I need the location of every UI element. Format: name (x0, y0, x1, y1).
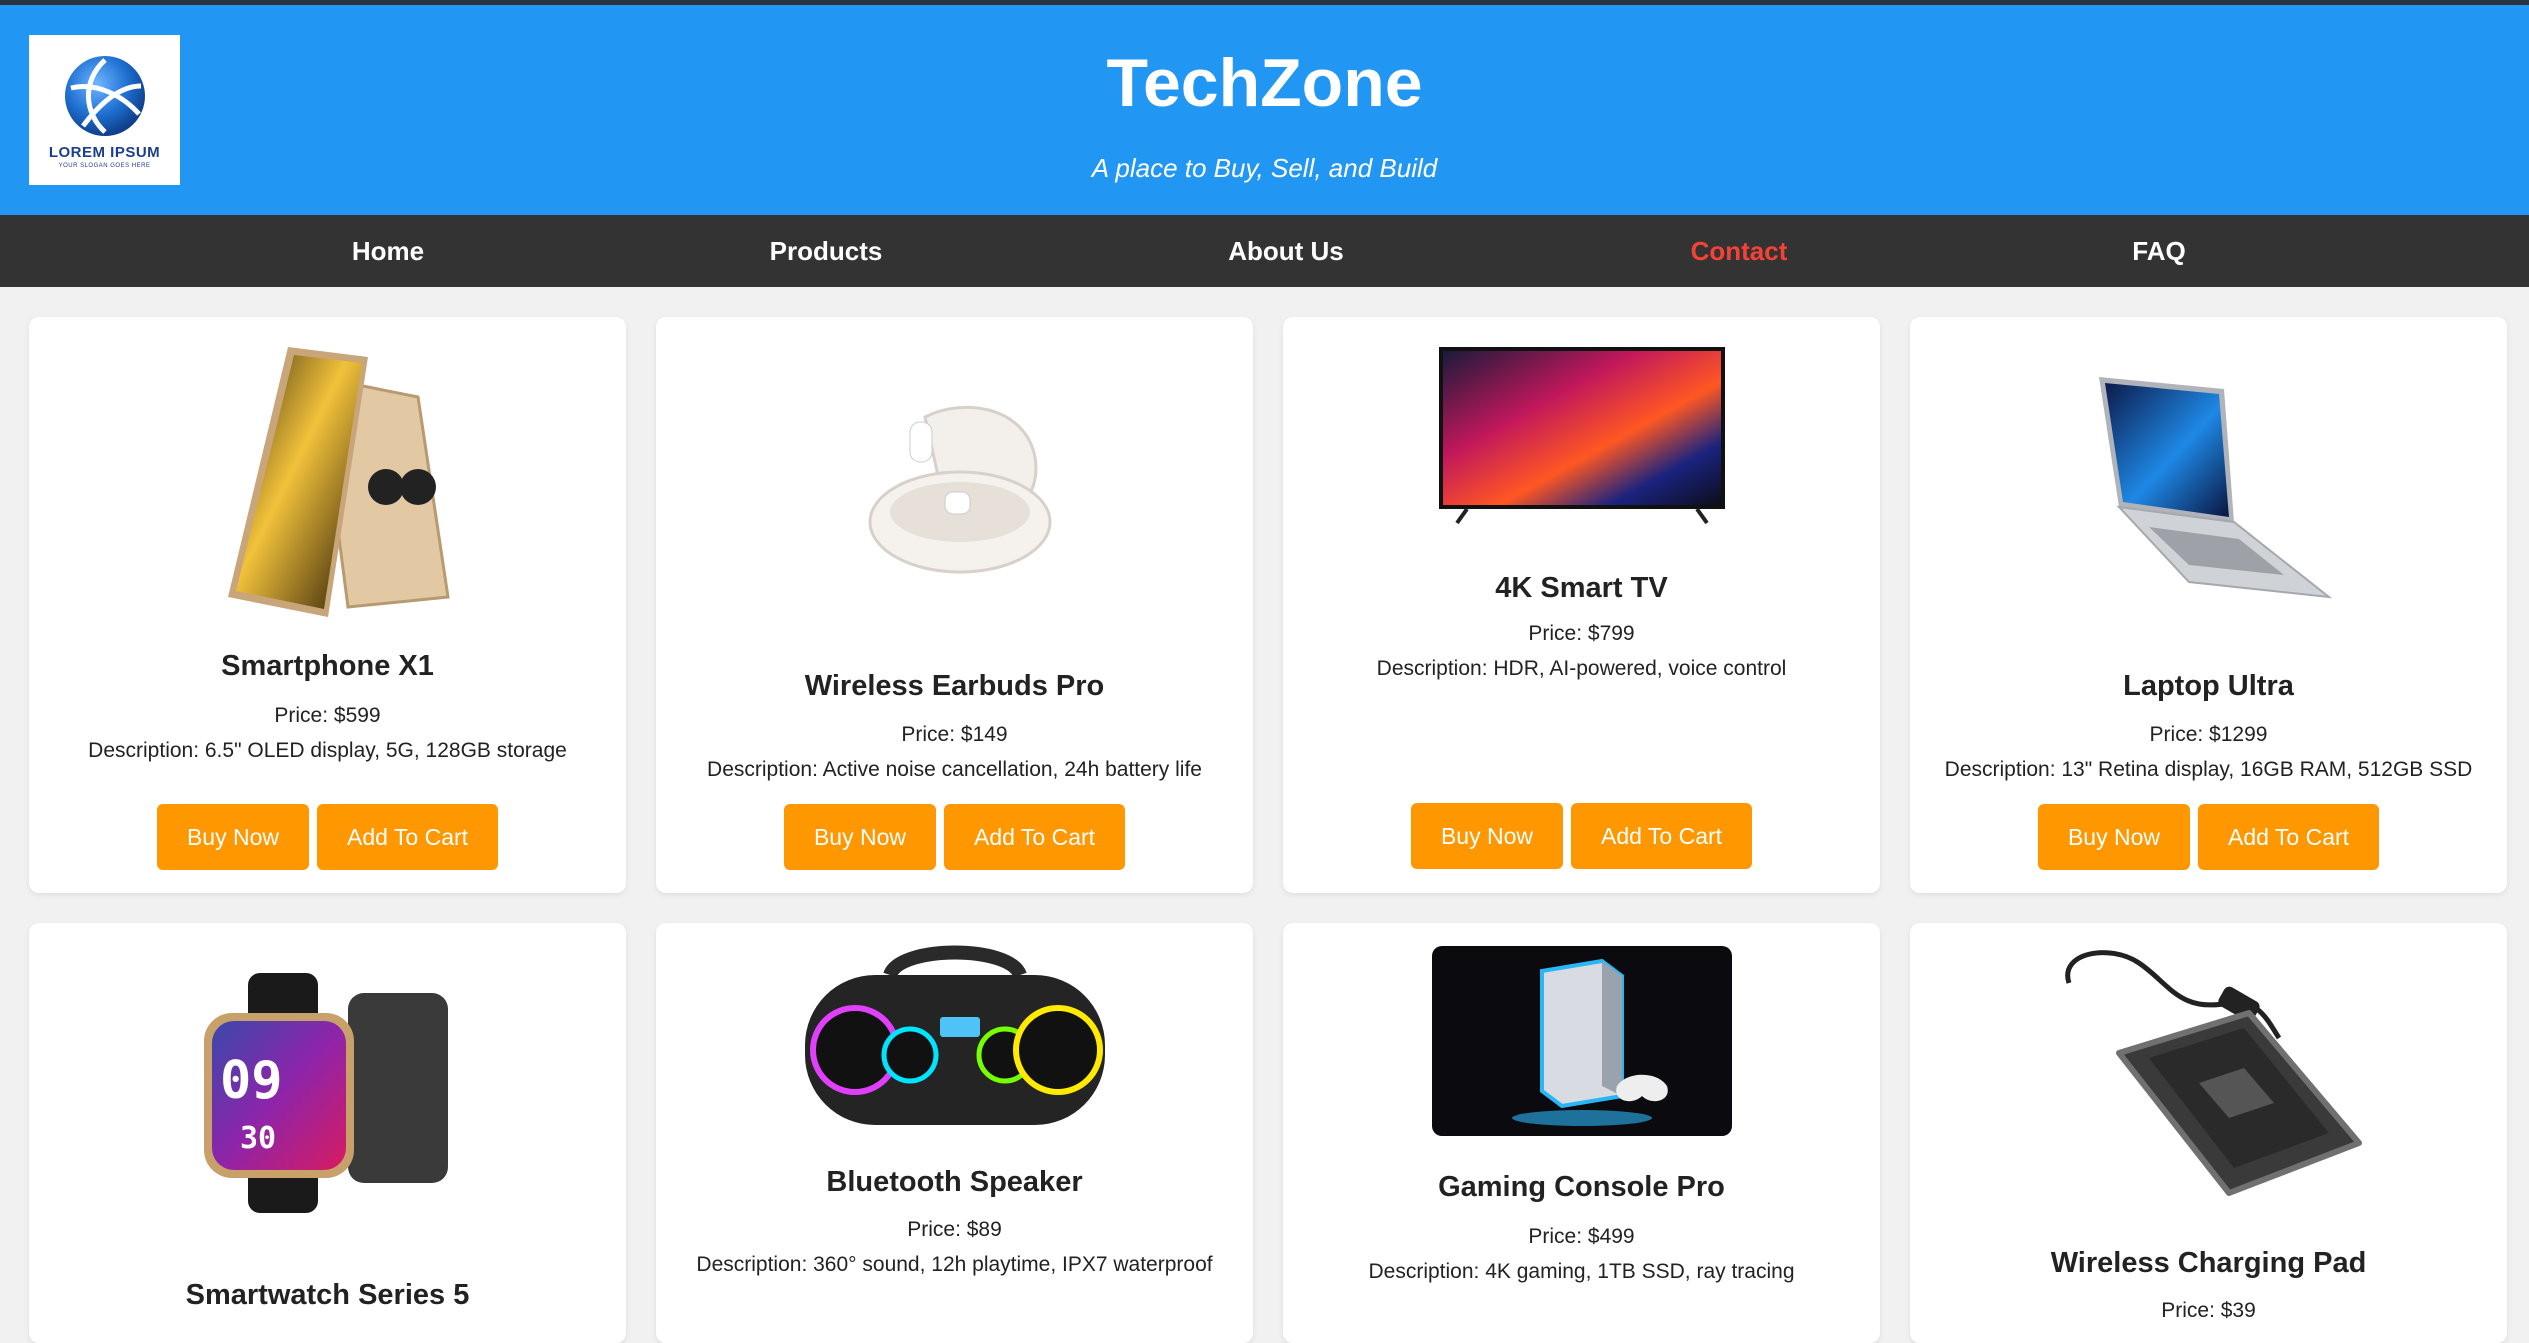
product-name: Smartphone X1 (221, 650, 434, 682)
product-price: Price: $599 (274, 704, 381, 727)
product-card-gaming-console: Gaming Console Pro Price: $499 Descripti… (1283, 923, 1880, 1343)
product-price: Price: $1299 (2149, 723, 2268, 746)
product-name: Wireless Earbuds Pro (804, 670, 1105, 702)
product-name: Bluetooth Speaker (826, 1166, 1083, 1198)
buy-now-button[interactable]: Buy Now (2037, 804, 2190, 870)
main-nav: Home Products About Us Contact FAQ (0, 215, 2529, 287)
bluetooth-speaker-image (804, 945, 1105, 1125)
add-to-cart-button[interactable]: Add To Cart (2198, 804, 2380, 870)
nav-item-products[interactable]: Products (770, 215, 883, 287)
laptop-image (2098, 377, 2332, 599)
product-price: Price: $499 (1528, 1225, 1635, 1248)
product-card-charging-pad: Wireless Charging Pad Price: $39 (1910, 923, 2507, 1343)
product-description: Description: 6.5" OLED display, 5G, 128G… (88, 739, 567, 762)
product-card-speaker: Bluetooth Speaker Price: $89 Description… (656, 923, 1253, 1343)
add-to-cart-button[interactable]: Add To Cart (317, 804, 499, 870)
product-name: Laptop Ultra (2123, 670, 2294, 702)
product-name: Gaming Console Pro (1438, 1171, 1725, 1203)
nav-item-contact[interactable]: Contact (1691, 215, 1788, 287)
product-description: Description: HDR, AI-powered, voice cont… (1376, 657, 1787, 680)
add-to-cart-button[interactable]: Add To Cart (944, 804, 1126, 870)
nav-item-faq[interactable]: FAQ (2132, 215, 2185, 287)
product-name: Wireless Charging Pad (2050, 1247, 2367, 1279)
site-tagline: A place to Buy, Sell, and Build (1091, 153, 1438, 183)
add-to-cart-button[interactable]: Add To Cart (1571, 803, 1753, 869)
product-price: Price: $149 (901, 723, 1008, 746)
site-title: TechZone (1106, 45, 1423, 121)
buy-now-button[interactable]: Buy Now (783, 804, 936, 870)
watch-hour: 09 (220, 1051, 283, 1111)
product-card-earbuds: Wireless Earbuds Pro Price: $149 Descrip… (656, 317, 1253, 893)
product-name: Smartwatch Series 5 (185, 1279, 470, 1311)
smartphone-image (227, 347, 450, 617)
product-description: Description: 13" Retina display, 16GB RA… (1944, 758, 2473, 781)
gaming-console-image (1431, 946, 1732, 1136)
buy-now-button[interactable]: Buy Now (156, 804, 309, 870)
product-card-smart-tv: 4K Smart TV Price: $799 Description: HDR… (1283, 317, 1880, 893)
nav-item-home[interactable]: Home (352, 215, 424, 287)
smartwatch-image: 09 30 (203, 973, 448, 1213)
product-card-laptop: Laptop Ultra Price: $1299 Description: 1… (1910, 317, 2507, 893)
buy-now-button[interactable]: Buy Now (1410, 803, 1563, 869)
product-description: Description: 4K gaming, 1TB SSD, ray tra… (1368, 1260, 1795, 1283)
product-price: Price: $89 (907, 1218, 1002, 1241)
product-card-smartwatch: 09 30 Smartwatch Series 5 (29, 923, 626, 1343)
product-name: 4K Smart TV (1495, 572, 1668, 604)
product-description: Description: Active noise cancellation, … (707, 758, 1202, 781)
product-card-smartphone: Smartphone X1 Price: $599 Description: 6… (29, 317, 626, 893)
charging-pad-image (2064, 950, 2362, 1196)
product-description: Description: 360° sound, 12h playtime, I… (696, 1253, 1213, 1276)
watch-minute: 30 (240, 1121, 276, 1156)
site-header: LOREM IPSUM YOUR SLOGAN GOES HERE TechZo… (0, 5, 2529, 215)
product-price: Price: $799 (1528, 622, 1635, 645)
earbuds-image (868, 405, 1051, 574)
smart-tv-image (1438, 347, 1725, 525)
nav-item-about-us[interactable]: About Us (1228, 215, 1344, 287)
